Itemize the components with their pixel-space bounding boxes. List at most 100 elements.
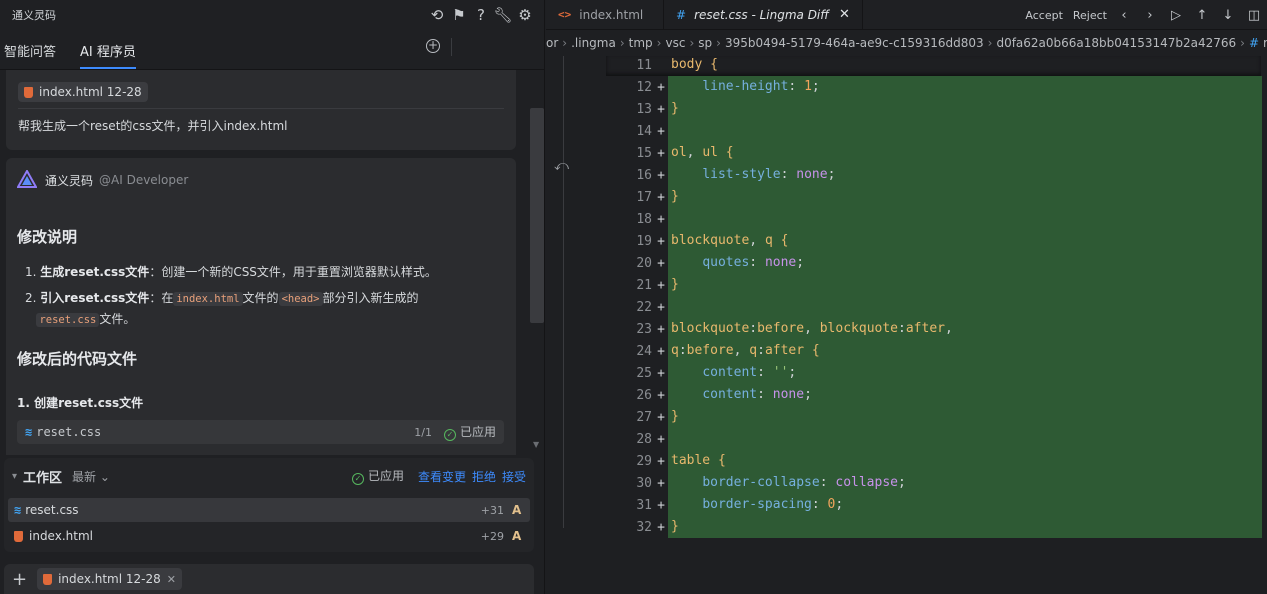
add-context-icon[interactable]: + — [12, 569, 27, 590]
workspace-file-row[interactable]: index.html +29 A — [8, 524, 530, 548]
code-line: 32 +} — [606, 516, 1262, 538]
code-line: 19 + blockquote, q { — [606, 230, 1262, 252]
revert-icon[interactable]: ⤺ — [554, 158, 569, 174]
latest-dropdown[interactable]: 最新 ⌄ — [72, 468, 352, 485]
code-line: 18 + — [606, 208, 1262, 230]
collapse-chevron-icon[interactable]: ▾ — [12, 471, 17, 482]
context-chip-label: index.html 12-28 — [39, 85, 142, 99]
inline-code: reset.css — [36, 313, 100, 327]
breadcrumb-item[interactable]: tmp — [629, 36, 653, 50]
latest-label: 最新 — [72, 469, 97, 484]
inline-code: <head> — [278, 292, 323, 306]
html-file-icon — [14, 530, 23, 542]
code-line: 22 + — [606, 296, 1262, 318]
split-editor-icon[interactable]: ◫ — [1241, 8, 1267, 23]
diff-count: +31 — [480, 503, 504, 517]
bot-name: 通义灵码 — [45, 173, 94, 188]
html-file-icon — [24, 86, 33, 98]
file-name: reset.css — [36, 425, 102, 439]
breadcrumb-item[interactable]: d0fa62a0b66a18bb04153147b2a42766 — [996, 36, 1236, 50]
breadcrumb-item[interactable]: .lingma — [571, 36, 616, 50]
item-text: 文件。 — [99, 312, 136, 326]
history-icon[interactable]: ⟲ — [426, 6, 448, 24]
code-line: 29 + table { — [606, 450, 1262, 472]
breadcrumb-item[interactable]: or — [546, 36, 558, 50]
tab-reset-css-diff[interactable]: # reset.css - Lingma Diff ✕ — [664, 0, 863, 29]
list-item: 1. 生成reset.css文件：创建一个新的CSS文件，用于重置浏览器默认样式… — [25, 265, 437, 279]
css-file-icon: ≋ — [14, 503, 22, 517]
feedback-icon[interactable]: ⚑ — [448, 6, 470, 24]
breadcrumb-separator: › — [987, 36, 993, 50]
workspace-file-row[interactable]: ≋ reset.css +31 A — [8, 498, 530, 522]
gear-icon[interactable]: ⚙ — [514, 6, 536, 24]
new-chat-icon[interactable]: + — [426, 39, 440, 53]
lingma-logo-icon — [17, 170, 37, 188]
code-line: 31 + border-spacing: 0; — [606, 494, 1262, 516]
divider — [451, 38, 452, 56]
css-file-icon: ≋ — [25, 425, 33, 439]
css-hash-icon: # — [1248, 36, 1260, 50]
tab-ai-programmer[interactable]: AI 程序员 — [80, 41, 136, 69]
breadcrumb-separator: › — [1240, 36, 1245, 50]
reject-button[interactable]: Reject — [1073, 9, 1107, 22]
reply-header: 通义灵码 @AI Developer — [17, 170, 188, 190]
breadcrumb: or › .lingma › tmp › vsc › sp › 395b0494-5179… — [546, 30, 1267, 56]
chat-area[interactable]: index.html 12-28 帮我生成一个reset的css文件，并引入in… — [0, 70, 544, 455]
code-content[interactable]: 11 body { 12 + line-height: 1; 13 +} 14 + 1… — [606, 54, 1262, 538]
assistant-tabs: 智能问答 AI 程序员 + — [0, 30, 544, 70]
assistant-reply-card: 通义灵码 @AI Developer 修改说明 1. 生成reset.css文件… — [6, 158, 516, 455]
workspace-panel: ▾ 工作区 最新 ⌄ ✓ 已应用 查看变更 拒绝 接受 ≋ reset.css +… — [4, 458, 534, 552]
assistant-title: 通义灵码 — [12, 9, 56, 22]
reject-link[interactable]: 拒绝 — [472, 468, 496, 485]
item-text: ：在 — [149, 291, 174, 305]
accept-link[interactable]: 接受 — [502, 468, 526, 485]
code-line: 26 + content: none; — [606, 384, 1262, 406]
code-line: 12 + line-height: 1; — [606, 76, 1262, 98]
context-chip[interactable]: index.html 12-28 ✕ — [37, 568, 182, 590]
applied-label: 已应用 — [459, 425, 496, 439]
status-label: 已应用 — [367, 469, 404, 483]
scrollbar[interactable] — [530, 108, 544, 323]
item-text: 文件的 — [242, 291, 279, 305]
breadcrumb-item[interactable]: sp — [698, 36, 712, 50]
diff-count: +29 — [480, 529, 504, 543]
breadcrumb-item[interactable]: 395b0494-5179-464a-ae9c-c159316dd803 — [725, 36, 984, 50]
play-icon[interactable]: ▷ — [1163, 8, 1189, 23]
close-icon[interactable]: ✕ — [167, 573, 176, 586]
breadcrumb-item[interactable]: vsc — [665, 36, 685, 50]
arrow-up-icon[interactable]: ↑ — [1189, 8, 1215, 23]
file-count: 1/1 — [414, 425, 432, 439]
code-line: 21 +} — [606, 274, 1262, 296]
item-text: ：创建一个新的CSS文件，用于重置浏览器默认样式。 — [149, 265, 437, 279]
code-line: 23 + blockquote:before, blockquote:after, — [606, 318, 1262, 340]
help-icon[interactable]: ? — [470, 6, 492, 24]
changes-list: 1. 生成reset.css文件：创建一个新的CSS文件，用于重置浏览器默认样式… — [25, 262, 495, 336]
workspace-status: ✓ 已应用 — [351, 467, 404, 485]
bot-subtitle: @AI Developer — [99, 173, 189, 187]
arrow-down-icon[interactable]: ↓ — [1215, 8, 1241, 23]
applied-status: ✓ 已应用 — [443, 423, 496, 441]
css-hash-icon: # — [676, 7, 687, 22]
divider — [18, 108, 504, 109]
close-icon[interactable]: ✕ — [839, 7, 850, 22]
view-changes-link[interactable]: 查看变更 — [418, 468, 466, 485]
tab-index-html[interactable]: <> index.html — [546, 0, 664, 29]
editor-tab-bar: <> index.html # reset.css - Lingma Diff … — [546, 0, 1267, 30]
workspace-header: ▾ 工作区 最新 ⌄ ✓ 已应用 查看变更 拒绝 接受 — [12, 466, 526, 486]
tab-smart-qa[interactable]: 智能问答 — [4, 41, 56, 69]
wrench-icon[interactable]: 🔧︎ — [492, 6, 514, 24]
chevron-left-icon[interactable]: ‹ — [1111, 8, 1137, 23]
context-chip[interactable]: index.html 12-28 — [18, 82, 148, 102]
scroll-down-icon[interactable]: ▼ — [533, 440, 539, 449]
code-line: 13 +} — [606, 98, 1262, 120]
accept-button[interactable]: Accept — [1025, 9, 1063, 22]
code-line: 14 + — [606, 120, 1262, 142]
chevron-right-icon[interactable]: › — [1137, 8, 1163, 23]
breadcrumb-item[interactable]: res — [1263, 36, 1267, 50]
html-file-icon: <> — [558, 8, 572, 21]
code-line: 25 + content: ''; — [606, 362, 1262, 384]
check-circle-icon: ✓ — [443, 429, 456, 441]
file-name: reset.css — [25, 503, 79, 517]
file-block[interactable]: ≋ reset.css 1/1 ✓ 已应用 — [17, 420, 504, 444]
workspace-title: 工作区 — [23, 470, 63, 486]
